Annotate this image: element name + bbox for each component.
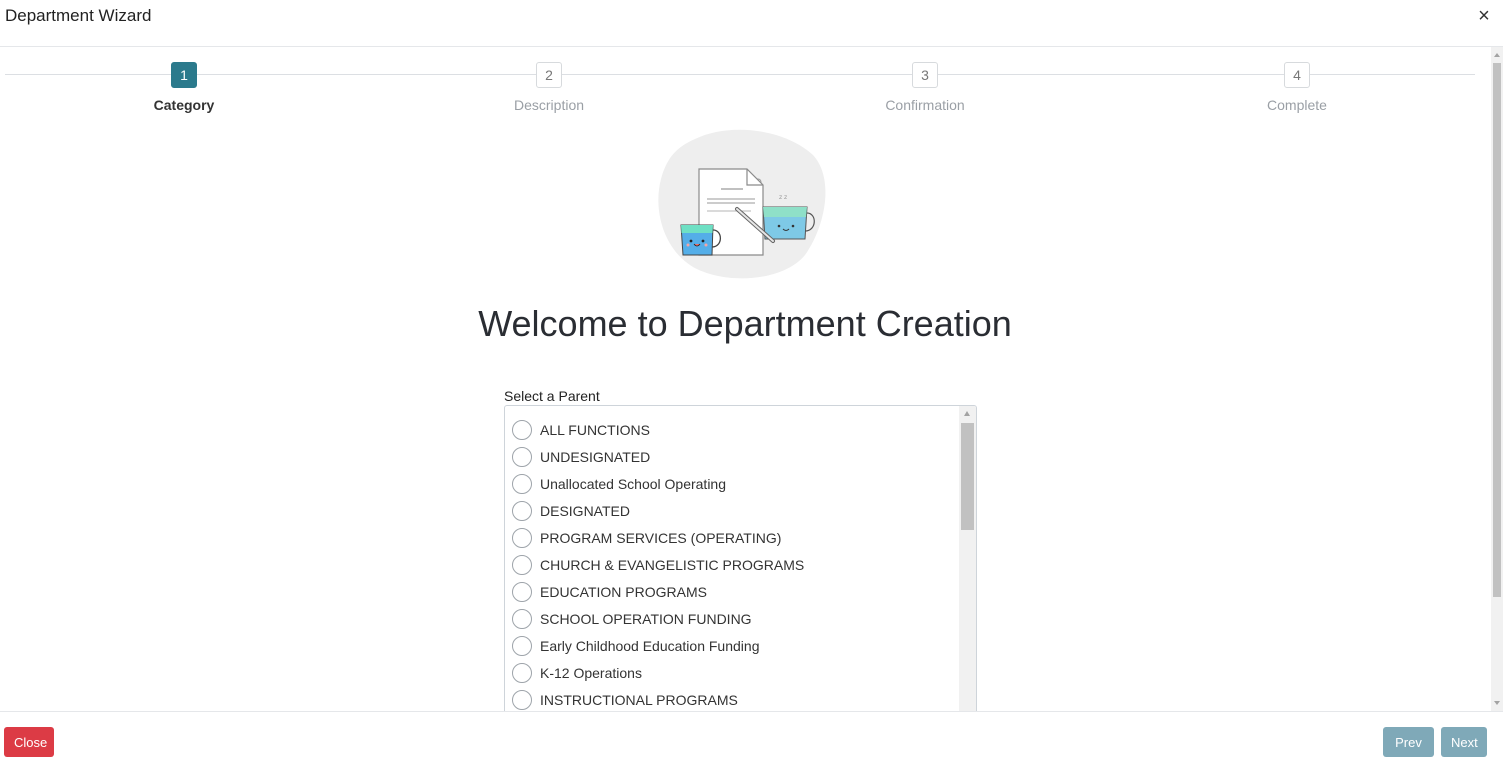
scroll-up-icon[interactable] — [1494, 53, 1500, 57]
step-number: 2 — [536, 62, 562, 88]
radio-button[interactable] — [512, 527, 532, 548]
parent-option[interactable]: Unallocated School Operating — [505, 470, 960, 497]
parent-option-label: ALL FUNCTIONS — [540, 421, 650, 438]
step-category[interactable]: 1 Category — [104, 62, 264, 113]
scrollbar-thumb[interactable] — [961, 423, 974, 530]
parent-list-scrollbar[interactable] — [959, 406, 976, 711]
step-number: 4 — [1284, 62, 1310, 88]
parent-option[interactable]: INSTRUCTIONAL PROGRAMS — [505, 686, 960, 711]
document-mugs-illustration: z z — [655, 127, 827, 282]
parent-option-label: UNDESIGNATED — [540, 448, 651, 465]
step-label: Category — [153, 97, 215, 113]
radio-button[interactable] — [512, 419, 532, 440]
page-scrollbar[interactable] — [1491, 47, 1503, 711]
step-label: Description — [513, 97, 585, 113]
parent-option-label: K-12 Operations — [540, 664, 642, 681]
scrollbar-thumb[interactable] — [1493, 63, 1501, 597]
parent-option-label: Early Childhood Education Funding — [540, 637, 760, 654]
parent-option[interactable]: CHURCH & EVANGELISTIC PROGRAMS — [505, 551, 960, 578]
svg-text:z z: z z — [779, 194, 787, 201]
radio-button[interactable] — [512, 554, 532, 575]
parent-option-label: PROGRAM SERVICES (OPERATING) — [540, 529, 782, 546]
parent-option[interactable]: EDUCATION PROGRAMS — [505, 578, 960, 605]
step-number: 3 — [912, 62, 938, 88]
department-wizard-modal: Department Wizard × 1 Category 2 Descrip… — [0, 0, 1503, 761]
modal-footer: Close Prev Next — [0, 711, 1503, 761]
select-parent-label: Select a Parent — [504, 388, 600, 404]
parent-option-label: CHURCH & EVANGELISTIC PROGRAMS — [540, 556, 805, 573]
parent-list-items: ALL FUNCTIONS UNDESIGNATED Unallocated S… — [505, 416, 960, 711]
step-label: Complete — [1267, 97, 1327, 113]
radio-button[interactable] — [512, 446, 532, 467]
parent-option[interactable]: SCHOOL OPERATION FUNDING — [505, 605, 960, 632]
radio-button[interactable] — [512, 608, 532, 629]
close-button[interactable]: Close — [4, 727, 54, 757]
radio-button[interactable] — [512, 662, 532, 683]
parent-option-label: Unallocated School Operating — [540, 475, 727, 492]
parent-option-label: INSTRUCTIONAL PROGRAMS — [540, 691, 738, 708]
parent-list[interactable]: ALL FUNCTIONS UNDESIGNATED Unallocated S… — [504, 405, 977, 711]
wizard-stepper: 1 Category 2 Description 3 Confirmation … — [0, 47, 1490, 127]
radio-button[interactable] — [512, 635, 532, 656]
parent-option[interactable]: Early Childhood Education Funding — [505, 632, 960, 659]
step-number: 1 — [171, 62, 197, 88]
parent-option[interactable]: K-12 Operations — [505, 659, 960, 686]
close-icon[interactable]: × — [1473, 5, 1495, 27]
parent-option[interactable]: UNDESIGNATED — [505, 443, 960, 470]
welcome-title: Welcome to Department Creation — [478, 303, 1012, 344]
parent-option-label: EDUCATION PROGRAMS — [540, 583, 707, 600]
step-description[interactable]: 2 Description — [469, 62, 629, 113]
radio-button[interactable] — [512, 689, 532, 710]
parent-option[interactable]: DESIGNATED — [505, 497, 960, 524]
next-button[interactable]: Next — [1441, 727, 1487, 757]
modal-header: Department Wizard × — [0, 0, 1503, 47]
radio-button[interactable] — [512, 500, 532, 521]
scroll-down-icon[interactable] — [1494, 701, 1500, 705]
prev-button[interactable]: Prev — [1383, 727, 1434, 757]
scroll-up-icon[interactable] — [964, 411, 970, 416]
step-label: Confirmation — [885, 97, 965, 113]
step-confirmation[interactable]: 3 Confirmation — [845, 62, 1005, 113]
parent-option[interactable]: ALL FUNCTIONS — [505, 416, 960, 443]
step-complete[interactable]: 4 Complete — [1217, 62, 1377, 113]
parent-option[interactable]: PROGRAM SERVICES (OPERATING) — [505, 524, 960, 551]
radio-button[interactable] — [512, 581, 532, 602]
modal-title: Department Wizard — [5, 6, 152, 25]
modal-body: 1 Category 2 Description 3 Confirmation … — [0, 47, 1503, 711]
radio-button[interactable] — [512, 473, 532, 494]
parent-option-label: SCHOOL OPERATION FUNDING — [540, 610, 752, 627]
parent-option-label: DESIGNATED — [540, 502, 630, 519]
